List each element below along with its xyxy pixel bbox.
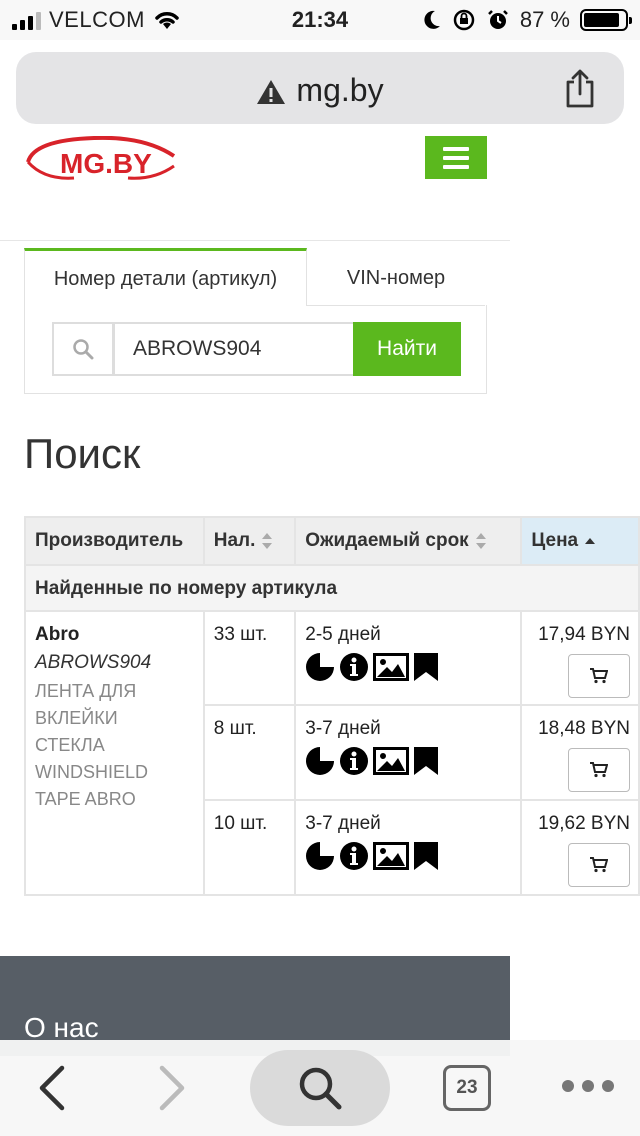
warning-icon (257, 80, 286, 104)
results-table: Производитель Нал. Ожидаемый срок Цена Н… (24, 516, 640, 896)
price-cell: 19,62 BYN (520, 799, 640, 896)
price: 17,94 BYN (538, 624, 630, 645)
search-panel: Найти (24, 305, 487, 394)
image-icon[interactable] (373, 652, 410, 682)
table-row: Abro ABROWS904 ЛЕНТА ДЛЯ ВКЛЕЙКИ СТЕКЛА … (24, 610, 640, 896)
search-input[interactable] (113, 322, 355, 376)
battery-percent: 87 % (519, 7, 570, 32)
description: ЛЕНТА ДЛЯ ВКЛЕЙКИ СТЕКЛА WINDSHIELD TAPE… (35, 681, 149, 809)
info-icon[interactable] (339, 746, 369, 776)
delivery-term: 3-7 дней (294, 704, 523, 801)
toolbar-search-button[interactable] (250, 1050, 390, 1126)
add-to-cart-button[interactable] (568, 748, 630, 792)
logo-text: MG.BY (60, 148, 152, 179)
status-bar: VELCOM 21:34 87 % (0, 0, 640, 40)
cart-icon (590, 857, 608, 873)
delivery-term: 2-5 дней (294, 610, 523, 706)
url-text: mg.by (296, 72, 384, 108)
bookmark-icon[interactable] (413, 841, 439, 871)
info-icon[interactable] (339, 652, 369, 682)
col-term[interactable]: Ожидаемый срок (294, 516, 523, 566)
battery-icon (580, 9, 632, 31)
add-to-cart-button[interactable] (568, 843, 630, 887)
alarm-icon (487, 10, 508, 29)
pie-icon[interactable] (305, 746, 335, 776)
stock-qty: 8 шт. (202, 704, 297, 801)
price-cell: 17,94 BYN (520, 610, 640, 706)
product-info: Abro ABROWS904 ЛЕНТА ДЛЯ ВКЛЕЙКИ СТЕКЛА … (24, 610, 205, 896)
page-title: Поиск (24, 430, 141, 477)
offer-icons (305, 746, 511, 776)
col-price[interactable]: Цена (520, 516, 640, 566)
group-row: Найденные по номеру артикула (24, 564, 640, 612)
offer-icons (305, 841, 511, 871)
forward-icon[interactable] (156, 1064, 188, 1112)
image-icon[interactable] (373, 746, 410, 776)
add-to-cart-button[interactable] (568, 654, 630, 698)
tab-vin-number[interactable]: VIN-номер (307, 250, 485, 306)
sort-asc-icon (585, 537, 596, 544)
pie-icon[interactable] (305, 841, 335, 871)
tabs-button[interactable]: 23 (443, 1065, 491, 1111)
table-header-row: Производитель Нал. Ожидаемый срок Цена (24, 516, 640, 566)
article-number[interactable]: ABROWS904 (35, 652, 194, 674)
search-icon (52, 322, 114, 376)
bookmark-icon[interactable] (413, 652, 439, 682)
cart-icon (590, 762, 608, 778)
logo-graphic: MG.BY (26, 135, 176, 180)
header-divider (0, 240, 510, 241)
info-icon[interactable] (339, 841, 369, 871)
browser-toolbar: 23 (0, 1040, 640, 1136)
group-label: Найденные по номеру артикула (24, 564, 640, 612)
search-button[interactable]: Найти (353, 322, 461, 376)
price: 19,62 BYN (538, 813, 630, 834)
manufacturer: Abro (35, 624, 80, 645)
image-icon[interactable] (373, 841, 410, 871)
sort-icon (475, 532, 486, 549)
moon-icon (424, 10, 440, 29)
address-bar[interactable]: mg.by (16, 52, 624, 124)
stock-qty: 33 шт. (202, 610, 297, 706)
cart-icon (590, 668, 608, 684)
sort-icon (262, 532, 273, 549)
col-manufacturer: Производитель (24, 516, 205, 566)
search-icon (299, 1067, 342, 1110)
more-icon[interactable] (562, 1080, 614, 1092)
offer-icons (305, 652, 511, 682)
back-icon[interactable] (36, 1064, 68, 1112)
delivery-term: 3-7 дней (294, 799, 523, 896)
rotation-lock-icon (453, 9, 475, 31)
status-right: 87 % (422, 7, 632, 33)
col-stock[interactable]: Нал. (202, 516, 297, 566)
menu-button[interactable] (425, 136, 487, 179)
bookmark-icon[interactable] (413, 746, 439, 776)
tab-article-number[interactable]: Номер детали (артикул) (24, 248, 307, 306)
pie-icon[interactable] (305, 652, 335, 682)
price-cell: 18,48 BYN (520, 704, 640, 801)
site-logo[interactable]: MG.BY (24, 135, 180, 186)
stock-qty: 10 шт. (202, 799, 297, 896)
url-display[interactable]: mg.by (16, 72, 624, 109)
share-icon[interactable] (564, 68, 596, 108)
price: 18,48 BYN (538, 718, 630, 739)
